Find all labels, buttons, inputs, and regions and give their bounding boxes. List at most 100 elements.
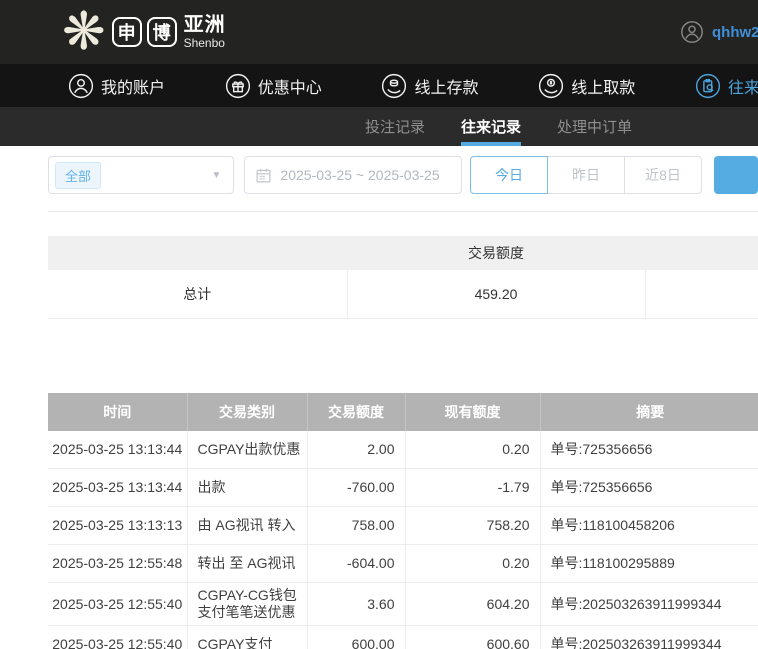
logo-subtitle: Shenbo xyxy=(183,36,225,50)
tab-label: 处理中订单 xyxy=(557,119,633,136)
summary-total-empty xyxy=(644,270,758,319)
cell-time: 2025-03-25 12:55:48 xyxy=(48,544,187,583)
user-avatar-icon xyxy=(680,20,704,44)
cell-balance: 0.20 xyxy=(404,430,540,469)
table-row: 2025-03-25 12:55:48 转出 至 AG视讯 -604.00 0.… xyxy=(48,544,758,583)
cell-amount: -604.00 xyxy=(306,544,405,583)
cell-amount: -760.00 xyxy=(306,468,405,507)
col-header-time: 时间 xyxy=(48,392,187,431)
username-link[interactable]: qhhw2 xyxy=(712,24,758,41)
date-range-input[interactable]: 2025-03-25 ~ 2025-03-25 xyxy=(244,156,462,194)
user-icon xyxy=(68,73,94,99)
cell-memo: 单号:725356656 xyxy=(539,468,758,507)
cell-balance: 0.20 xyxy=(404,544,540,583)
cell-type: CGPAY出款优惠 xyxy=(186,430,307,469)
col-header-balance: 现有额度 xyxy=(404,392,540,431)
nav-item-promotions[interactable]: 优惠中心 xyxy=(225,73,322,99)
cell-type: CGPAY支付 xyxy=(186,625,307,649)
col-header-memo: 摘要 xyxy=(539,392,758,431)
cell-memo: 单号:118100295889 xyxy=(539,544,758,583)
cell-balance: 758.20 xyxy=(404,506,540,545)
cell-amount: 758.00 xyxy=(306,506,405,545)
filter-row: 全部 ▼ 2025-03-25 ~ 2025-03-25 今日 昨日 近8日 xyxy=(48,156,758,194)
nav-label: 我的账户 xyxy=(101,79,166,97)
chevron-down-icon: ▼ xyxy=(211,169,222,181)
section-divider xyxy=(48,211,758,212)
cell-memo: 单号:202503263911999344 xyxy=(539,582,758,626)
today-button[interactable]: 今日 xyxy=(470,156,548,194)
table-row: 2025-03-25 13:13:44 CGPAY出款优惠 2.00 0.20 … xyxy=(48,430,758,469)
logo-char-box-1: 申 xyxy=(111,17,142,47)
yesterday-button[interactable]: 昨日 xyxy=(547,156,625,194)
cell-amount: 600.00 xyxy=(306,625,405,649)
top-header: ❋ 申 博 亚洲 Shenbo qhhw2 xyxy=(0,0,758,64)
table-row: 2025-03-25 12:55:40 CGPAY支付 600.00 600.6… xyxy=(48,625,758,649)
last-8-days-button[interactable]: 近8日 xyxy=(624,156,702,194)
logo-region: 亚洲 Shenbo xyxy=(184,15,226,49)
summary-header-empty xyxy=(48,236,347,270)
type-select[interactable]: 全部 ▼ xyxy=(48,156,235,194)
search-button[interactable] xyxy=(714,156,758,194)
summary-header-row: 交易额度 xyxy=(48,236,758,270)
summary-header-amount: 交易额度 xyxy=(347,236,645,270)
tab-transaction-records[interactable]: 往来记录 xyxy=(461,107,521,146)
quick-date-buttons: 今日 昨日 近8日 xyxy=(470,156,702,194)
active-tab-underline xyxy=(461,142,522,146)
col-header-type: 交易类别 xyxy=(186,392,307,431)
cell-type: 出款 xyxy=(186,468,307,507)
cell-time: 2025-03-25 13:13:13 xyxy=(48,506,187,545)
tab-bet-records[interactable]: 投注记录 xyxy=(365,107,425,146)
deposit-icon xyxy=(381,73,407,99)
table-row: 2025-03-25 13:13:13 由 AG视讯 转入 758.00 758… xyxy=(48,506,758,545)
cell-balance: 600.60 xyxy=(404,625,540,649)
sub-navigation: 投注记录 往来记录 处理中订单 xyxy=(0,107,758,146)
summary-total-label: 总计 xyxy=(48,270,347,319)
summary-total-value: 459.20 xyxy=(346,270,645,319)
cell-time: 2025-03-25 13:13:44 xyxy=(48,468,187,507)
gift-icon xyxy=(225,73,251,99)
nav-label: 优惠中心 xyxy=(257,79,322,97)
cell-memo: 单号:725356656 xyxy=(539,430,758,469)
cell-amount: 3.60 xyxy=(306,582,405,626)
flower-logo-icon: ❋ xyxy=(62,2,106,62)
site-logo[interactable]: ❋ 申 博 亚洲 Shenbo xyxy=(62,6,226,58)
summary-total-row: 总计 459.20 xyxy=(48,270,758,319)
calendar-icon xyxy=(255,167,272,184)
cell-memo: 单号:202503263911999344 xyxy=(539,625,758,649)
logo-region-text: 亚洲 xyxy=(183,14,226,36)
table-row: 2025-03-25 13:13:44 出款 -760.00 -1.79 单号:… xyxy=(48,468,758,507)
cell-type: 转出 至 AG视讯 xyxy=(186,544,307,583)
nav-label: 线上存款 xyxy=(414,79,479,97)
nav-item-my-account[interactable]: 我的账户 xyxy=(68,73,165,99)
cell-time: 2025-03-25 12:55:40 xyxy=(48,625,187,649)
transactions-table: 时间 交易类别 交易额度 现有额度 摘要 2025-03-25 13:13:44… xyxy=(48,392,758,649)
cell-balance: 604.20 xyxy=(404,582,540,626)
user-account-area[interactable]: qhhw2 xyxy=(680,20,758,44)
cell-memo: 单号:118100458206 xyxy=(539,506,758,545)
cell-type: 由 AG视讯 转入 xyxy=(186,506,307,545)
nav-label: 往来记录 xyxy=(727,79,758,97)
col-header-amount: 交易额度 xyxy=(306,392,405,431)
summary-table: 交易额度 总计 459.20 xyxy=(48,236,758,319)
nav-item-deposit[interactable]: 线上存款 xyxy=(381,73,478,99)
cell-time: 2025-03-25 13:13:44 xyxy=(48,430,187,469)
main-navigation: 我的账户 优惠中心 线上存款 线上取款 往来 xyxy=(0,64,758,107)
date-range-value: 2025-03-25 ~ 2025-03-25 xyxy=(280,167,440,183)
nav-item-withdraw[interactable]: 线上取款 xyxy=(538,73,635,99)
nav-item-transaction-records[interactable]: 往来记录 xyxy=(695,73,758,99)
cell-time: 2025-03-25 12:55:40 xyxy=(48,582,187,626)
cell-amount: 2.00 xyxy=(306,430,405,469)
type-selected-tag[interactable]: 全部 xyxy=(55,161,102,189)
table-header-row: 时间 交易类别 交易额度 现有额度 摘要 xyxy=(48,392,758,431)
cell-balance: -1.79 xyxy=(404,468,540,507)
logo-char-box-2: 博 xyxy=(146,17,177,47)
table-row: 2025-03-25 12:55:40 CGPAY-CG钱包支付笔笔送优惠 3.… xyxy=(48,582,758,626)
tab-label: 往来记录 xyxy=(461,119,522,136)
records-icon xyxy=(695,73,721,99)
tab-processing-orders[interactable]: 处理中订单 xyxy=(557,107,632,146)
cell-type: CGPAY-CG钱包支付笔笔送优惠 xyxy=(186,582,307,626)
summary-header-empty2 xyxy=(645,236,758,270)
tab-label: 投注记录 xyxy=(365,119,426,136)
withdraw-icon xyxy=(538,73,564,99)
nav-label: 线上取款 xyxy=(571,79,636,97)
